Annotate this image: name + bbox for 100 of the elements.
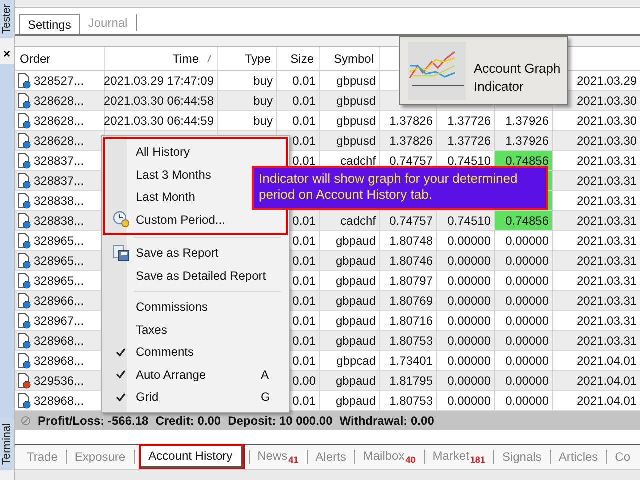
table-cell: 2021.03.29 — [577, 74, 638, 88]
panel-label[interactable]: Terminal — [0, 418, 14, 470]
table-cell: 2021.03.30 — [577, 134, 638, 148]
table-cell: 328966... — [34, 294, 84, 308]
document-icon — [17, 272, 31, 288]
table-cell: 0.00000 — [448, 374, 491, 388]
tab[interactable]: News$_{41}$ — [250, 446, 307, 468]
menu-item[interactable]: Comments — [106, 341, 285, 364]
highlighted-cell: 0.74856 — [495, 211, 553, 231]
tab[interactable]: Market$_{181}$ — [424, 446, 494, 468]
tab[interactable]: Account History — [140, 446, 243, 468]
menu-item[interactable]: Custom Period... — [106, 208, 285, 231]
table-cell: 1.37726 — [448, 114, 491, 128]
table-cell: buy — [254, 74, 273, 88]
table-cell: 0.01 — [292, 354, 316, 368]
table-cell: 0.01 — [292, 94, 316, 108]
table-cell: 1.37926 — [506, 114, 549, 128]
table-cell: 0.00000 — [506, 274, 549, 288]
table-cell: 328838... — [34, 214, 84, 228]
table-cell: 1.37726 — [448, 134, 491, 148]
table-cell: 0.00000 — [506, 234, 549, 248]
document-icon — [17, 92, 31, 108]
table-cell: 2021.03.31 — [577, 254, 638, 268]
column-header[interactable]: Order — [15, 47, 105, 71]
summary-text: Withdrawal: 0.00 — [340, 414, 434, 428]
table-cell: 2021.03.31 — [577, 294, 638, 308]
table-cell: 1.80797 — [390, 274, 433, 288]
document-icon — [17, 72, 31, 88]
document-icon — [17, 132, 31, 148]
document-icon — [17, 312, 31, 328]
table-cell: 0.01 — [292, 254, 316, 268]
column-header[interactable]: Time — [105, 47, 218, 71]
table-cell: 328527... — [34, 74, 84, 88]
menu-item[interactable]: Taxes — [106, 318, 285, 341]
table-cell: 2021.03.31 — [577, 234, 638, 248]
document-icon — [17, 292, 31, 308]
document-icon — [17, 192, 31, 208]
table-cell: 1.73401 — [390, 354, 433, 368]
table-cell: 0.01 — [292, 134, 316, 148]
table-cell: 1.80748 — [390, 234, 433, 248]
table-cell: 2021.04.01 — [577, 394, 638, 408]
document-icon — [17, 212, 31, 228]
table-cell: gbpcad — [336, 354, 376, 368]
table-cell: gbpusd — [336, 134, 376, 148]
menu-item[interactable]: Save as Report — [106, 242, 285, 264]
summary-text: Credit: 0.00 — [156, 414, 222, 428]
table-cell: 0.00 — [292, 374, 316, 388]
table-cell: 0.74757 — [390, 214, 433, 228]
table-cell: 0.01 — [292, 334, 316, 348]
table-cell: 0.00000 — [506, 374, 549, 388]
table-cell: 2021.04.01 — [577, 374, 638, 388]
table-cell: 0.00000 — [506, 294, 549, 308]
tab[interactable]: Settings — [19, 14, 80, 34]
save-icon — [112, 244, 130, 262]
menu-item[interactable]: Commissions — [106, 296, 285, 318]
table-cell: 0.00000 — [506, 314, 549, 328]
table-cell: 1.80716 — [390, 314, 433, 328]
table-cell: 0.74757 — [390, 154, 433, 168]
document-icon — [17, 332, 31, 348]
table-cell: 328967... — [34, 314, 84, 328]
table-cell: 328965... — [34, 274, 84, 288]
menu-item[interactable]: All History — [106, 141, 285, 164]
table-cell: gbpaud — [336, 254, 376, 268]
table-cell: 0.00000 — [448, 394, 491, 408]
table-cell: 2021.03.29 17:47:09 — [104, 74, 214, 88]
table-cell: 0.01 — [292, 314, 316, 328]
table-cell: 0.01 — [292, 214, 316, 228]
table-cell: 328837... — [34, 174, 84, 188]
table-cell: 329536... — [34, 374, 84, 388]
table-cell: 0.01 — [292, 234, 316, 248]
table-cell: 1.80769 — [390, 294, 433, 308]
table-cell: 0.00000 — [448, 354, 491, 368]
status-icon — [21, 416, 31, 426]
panel-label[interactable]: Tester — [0, 0, 14, 38]
table-cell: gbpaud — [336, 314, 376, 328]
column-header[interactable]: Size — [277, 47, 320, 71]
table-cell: 2021.03.31 — [577, 334, 638, 348]
tab[interactable]: Mailbox$_{40}$ — [355, 446, 424, 468]
table-cell: 328837... — [34, 154, 84, 168]
menu-item[interactable]: Auto Arrange A — [106, 364, 285, 386]
menu-item[interactable]: Grid G — [106, 386, 285, 408]
document-icon — [17, 352, 31, 368]
table-cell: gbpaud — [336, 334, 376, 348]
menu-item[interactable]: Save as Detailed Report — [106, 264, 285, 287]
table-cell: cadchf — [340, 154, 376, 168]
indicator-popup[interactable]: Account Graph Indicator — [399, 36, 568, 105]
table-cell: 0.00000 — [506, 334, 549, 348]
line-chart-icon — [408, 42, 466, 100]
column-header[interactable]: Type — [218, 47, 277, 71]
table-cell: 2021.03.30 06:44:59 — [104, 114, 214, 128]
table-cell: gbpusd — [336, 74, 376, 88]
table-cell: 1.37826 — [390, 134, 433, 148]
column-header[interactable]: Symbol — [320, 47, 380, 71]
table-cell: 0.01 — [292, 394, 316, 408]
table-cell: cadchf — [340, 214, 376, 228]
summary-text: Profit/Loss: -566.18 — [38, 414, 149, 428]
table-cell: 328965... — [34, 234, 84, 248]
table-cell: 0.01 — [292, 114, 316, 128]
table-cell: 328968... — [34, 394, 84, 408]
table-cell: 0.00000 — [448, 334, 491, 348]
